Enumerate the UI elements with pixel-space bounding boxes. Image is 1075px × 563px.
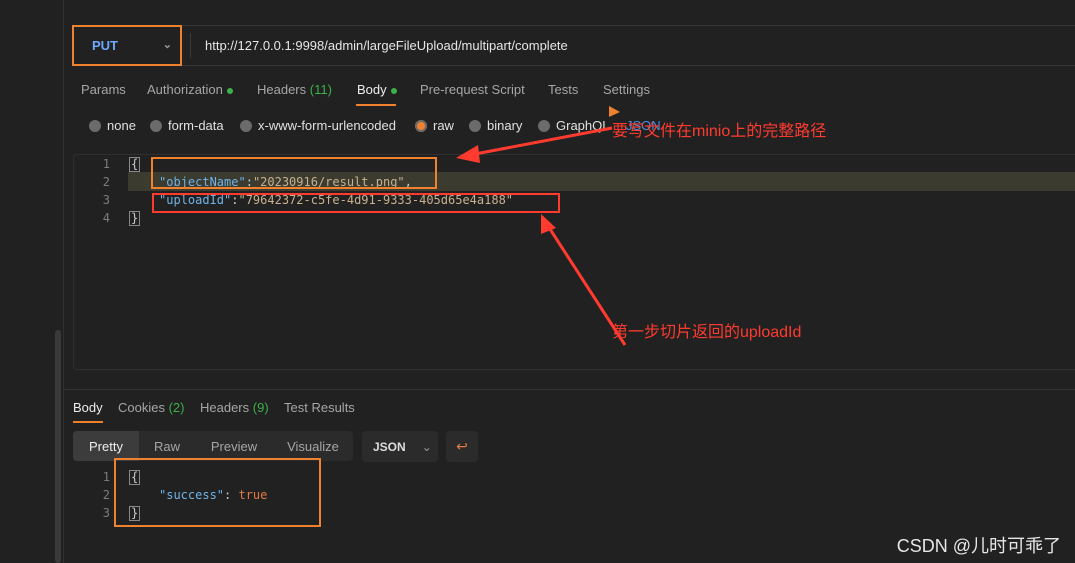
watermark: CSDN @儿时可乖了 [896, 536, 1061, 556]
annotation-uploadid: 第一步切片返回的uploadId [612, 324, 802, 341]
arrow-objectname [469, 126, 613, 157]
arrowhead-icon [456, 145, 480, 163]
annotation-objectname: 要写文件在minio上的完整路径 [612, 123, 827, 140]
annotation-arrows [456, 106, 627, 346]
arrow-tip-icon [609, 106, 620, 117]
arrowhead-icon [541, 214, 556, 234]
